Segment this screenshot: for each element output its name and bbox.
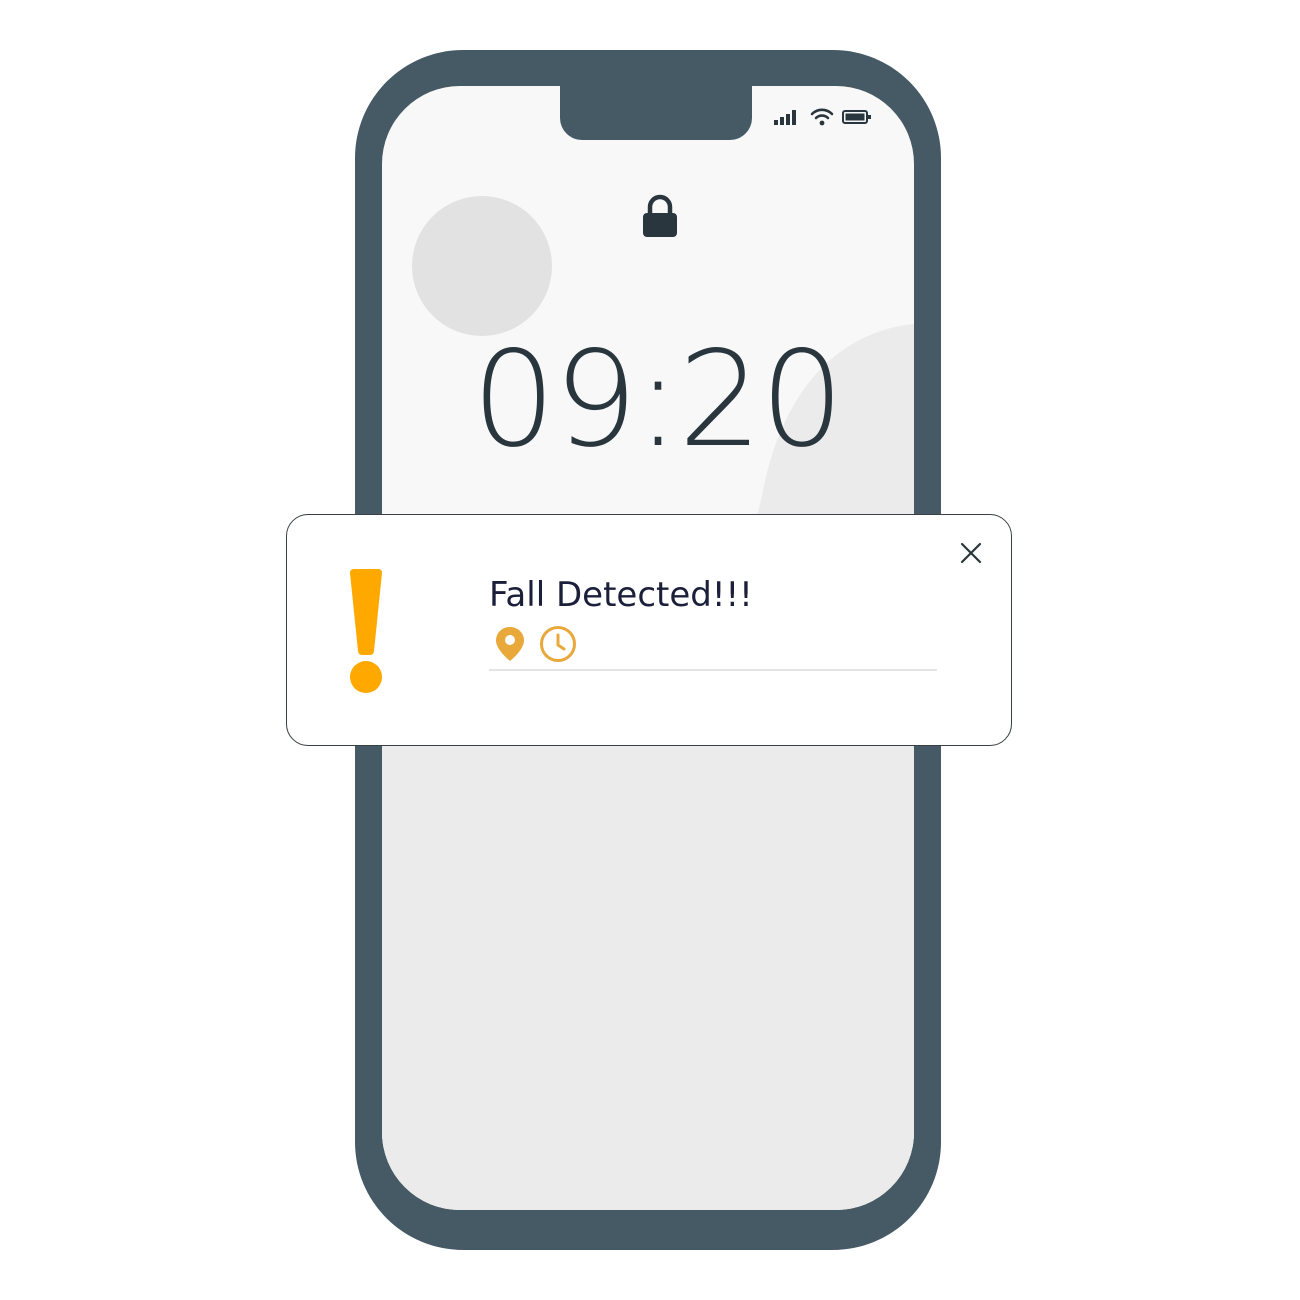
location-pin-icon[interactable] (495, 626, 525, 667)
notification-meta (495, 625, 577, 668)
close-icon (960, 542, 982, 564)
exclamation-icon (345, 567, 387, 700)
fall-alert-notification[interactable]: Fall Detected!!! (286, 514, 1012, 746)
lock-icon (642, 194, 678, 243)
phone-notch (560, 86, 752, 140)
decorative-circle (412, 196, 552, 336)
notification-title: Fall Detected!!! (489, 575, 753, 615)
status-bar (774, 108, 872, 126)
clock-icon[interactable] (539, 625, 577, 668)
lockscreen-clock: 09:20 (471, 323, 844, 477)
canvas: 09:20 Fall Detected!!! (0, 0, 1300, 1300)
battery-icon (842, 109, 872, 125)
signal-icon (774, 109, 802, 125)
notification-divider (489, 669, 937, 671)
close-button[interactable] (955, 537, 987, 569)
wifi-icon (810, 108, 834, 126)
